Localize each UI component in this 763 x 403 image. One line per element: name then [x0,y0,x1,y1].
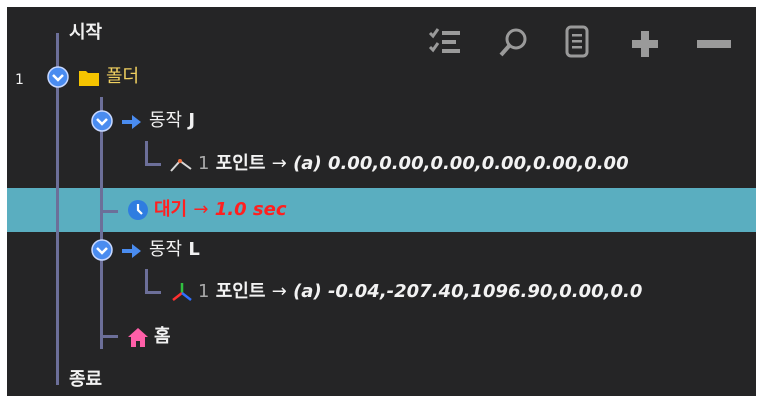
plus-icon[interactable] [630,29,660,59]
point-j-arrow: → [271,153,287,174]
wait-row[interactable] [7,188,756,232]
clock-icon [127,199,149,225]
wait-arrow: → [193,199,209,220]
point-l-index: 1 [198,281,210,302]
motion-l-text: 동작 [149,239,183,260]
point-j-value: (a) 0.00,0.00,0.00,0.00,0.00,0.00 [293,153,629,174]
point-l-label[interactable]: 1 포인트 → (a) -0.04,-207.40,1096.90,0.00,0… [198,281,642,303]
home-icon [127,326,149,352]
folder-icon [78,69,100,91]
document-icon[interactable] [562,25,592,59]
arrow-right-icon [120,113,144,135]
motion-l-label[interactable]: 동작 L [149,239,200,261]
chevron-down-icon[interactable] [91,239,113,265]
joint-point-icon [169,153,193,177]
end-node-label[interactable]: 종료 [69,369,102,391]
arrow-right-icon [120,242,144,264]
tree-branch-home [100,335,118,338]
checklist-icon[interactable] [428,27,462,57]
screenshot-frame: 시작 1 폴더 동작 J 1 포인트 → (a) 0.00,0.00,0.00,… [0,0,763,403]
search-icon[interactable] [497,27,531,59]
tree-line-point-j [145,141,148,165]
tree-branch-point-j [145,163,161,166]
point-l-value: (a) -0.04,-207.40,1096.90,0.00,0.0 [293,281,643,302]
tree-branch-point-l [145,291,161,294]
wait-label[interactable]: 대기 → 1.0 sec [154,199,287,221]
point-j-text: 포인트 [215,153,266,174]
cartesian-point-icon [170,281,194,307]
motion-j-text: 동작 [149,110,183,131]
folder-label[interactable]: 폴더 [106,66,139,88]
point-l-arrow: → [271,281,287,302]
program-tree-panel: 시작 1 폴더 동작 J 1 포인트 → (a) 0.00,0.00,0.00,… [7,7,756,396]
chevron-down-icon[interactable] [91,110,113,136]
home-label[interactable]: 홈 [154,326,171,348]
tree-branch-wait [100,210,118,213]
folder-index: 1 [15,72,24,88]
point-l-text: 포인트 [215,281,266,302]
start-node-label[interactable]: 시작 [69,22,102,44]
motion-j-label[interactable]: 동작 J [149,110,195,132]
wait-value: 1.0 sec [214,199,287,220]
chevron-down-icon[interactable] [47,66,69,92]
point-j-index: 1 [198,153,210,174]
wait-text: 대기 [154,199,188,220]
minus-icon[interactable] [695,29,735,59]
motion-l-type: L [188,239,200,260]
tree-line-point-l [145,269,148,293]
motion-j-type: J [188,110,196,131]
point-j-label[interactable]: 1 포인트 → (a) 0.00,0.00,0.00,0.00,0.00,0.0… [198,153,629,175]
